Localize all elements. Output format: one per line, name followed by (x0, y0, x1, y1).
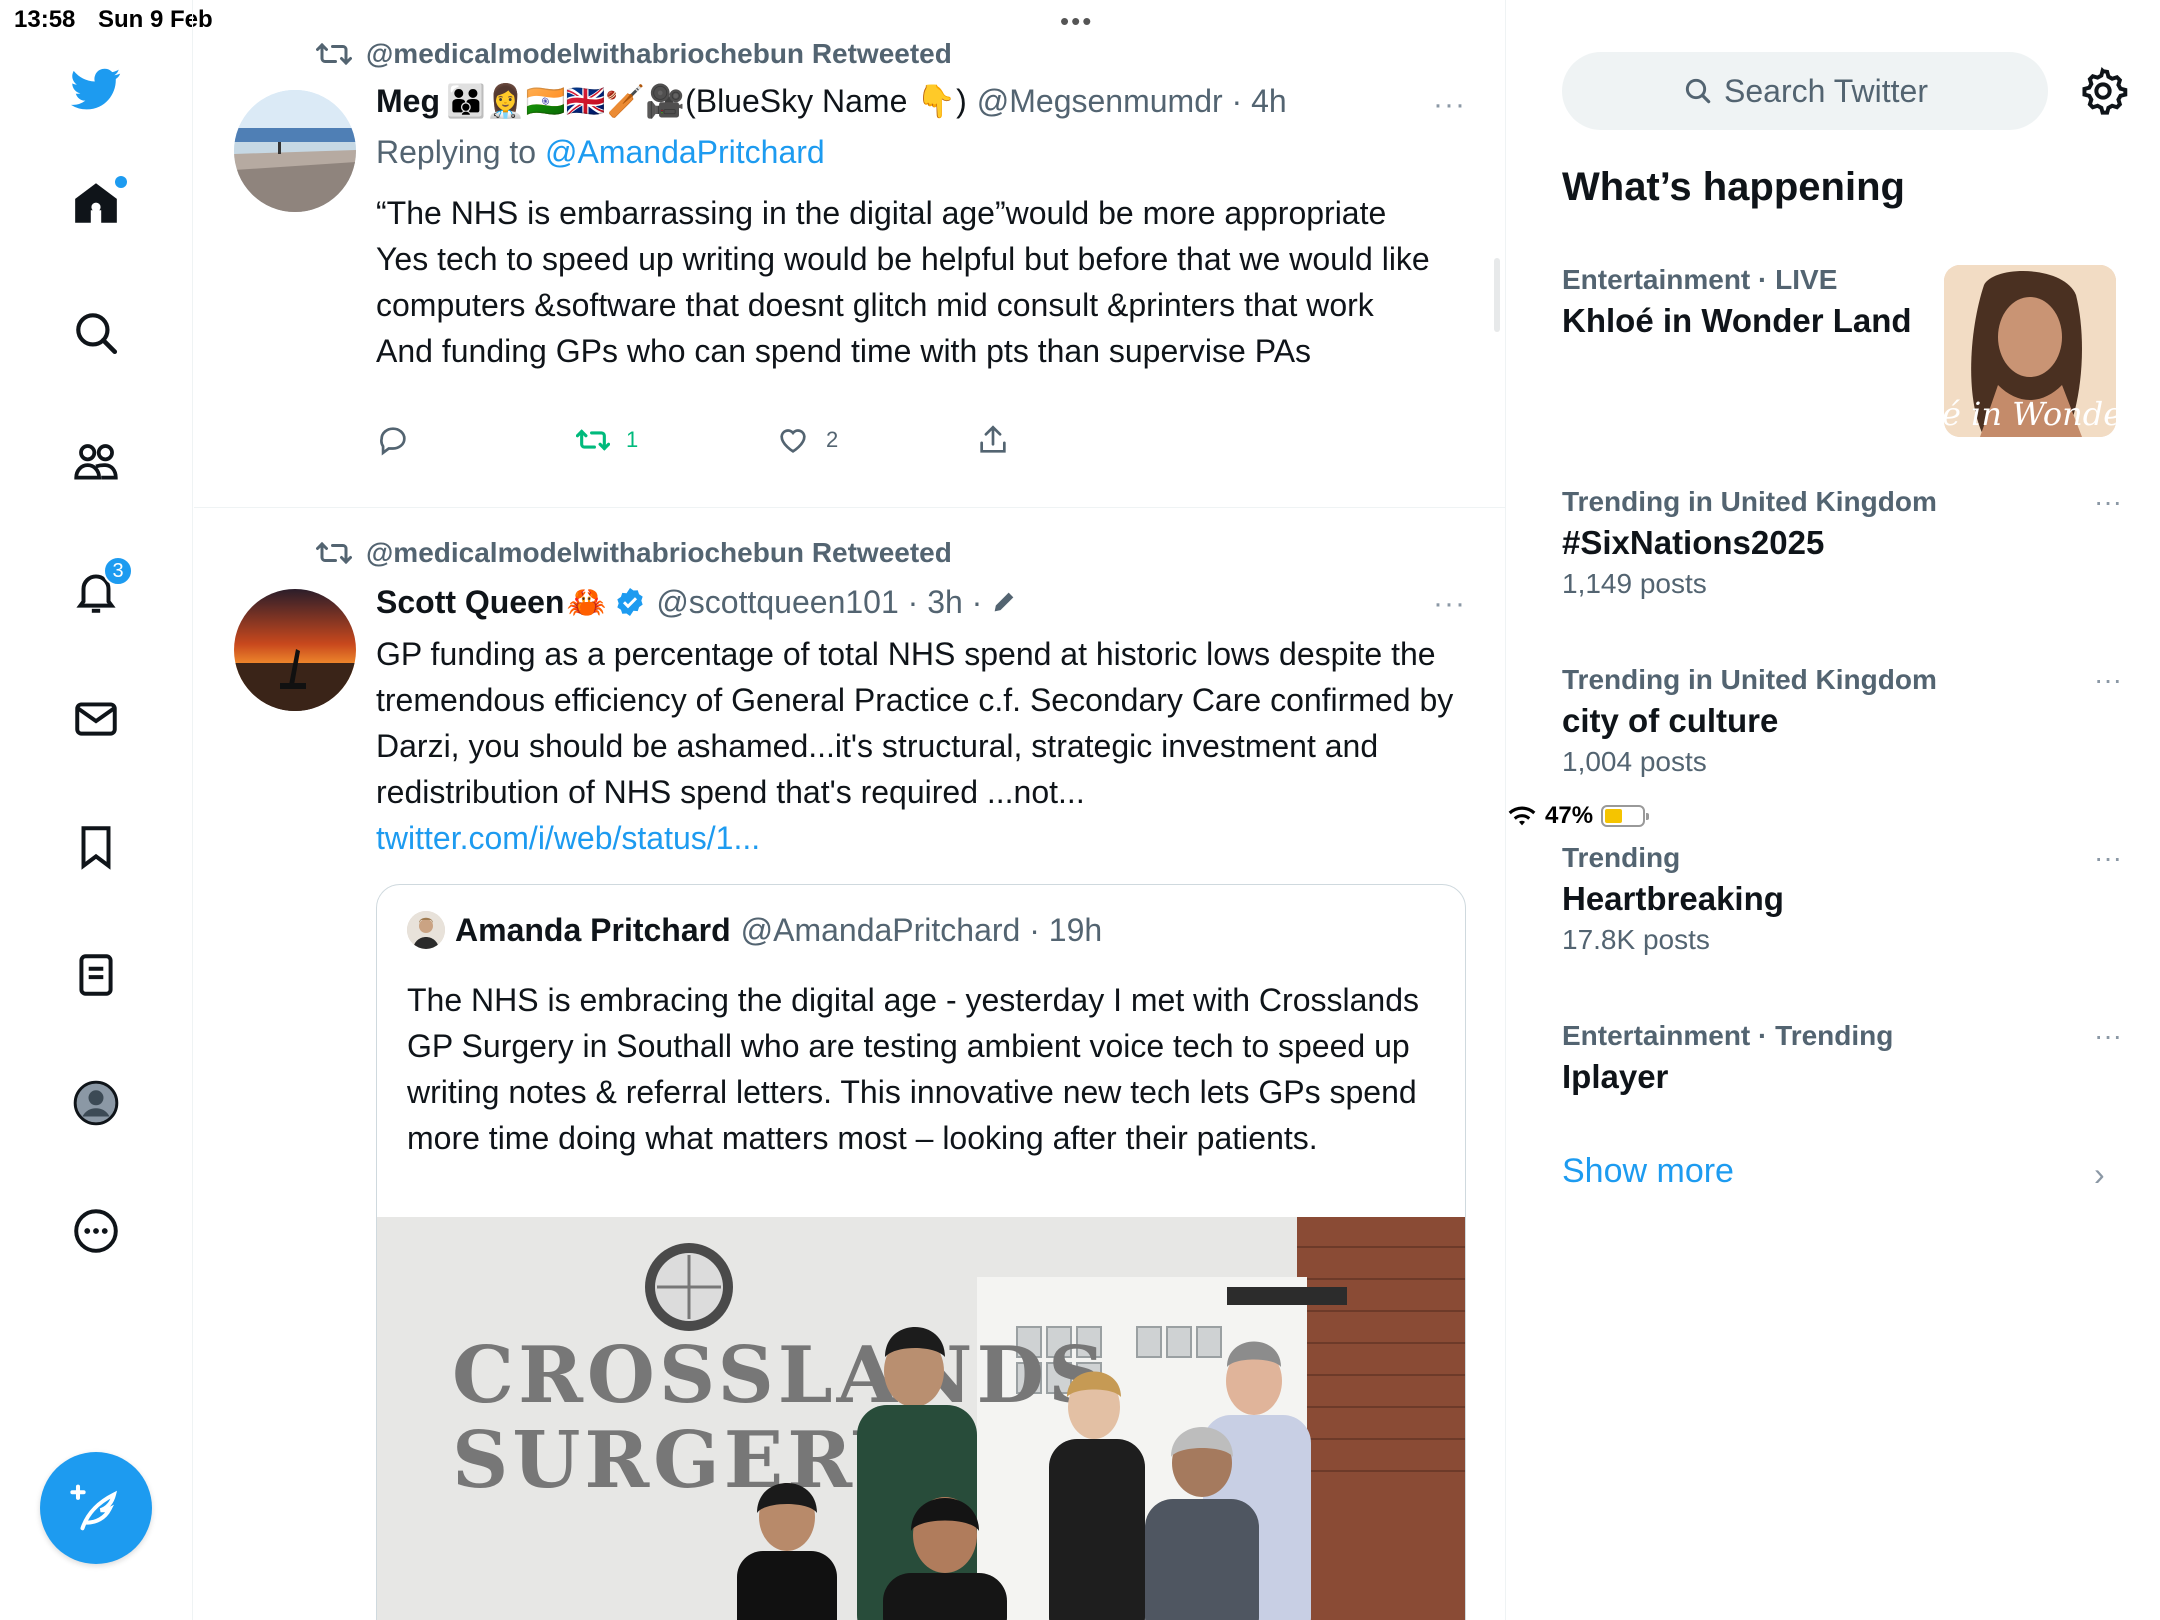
quoted-tweet-text: The NHS is embracing the digital age - y… (407, 982, 1419, 1156)
trend-count: 1,149 posts (1562, 568, 1707, 599)
replying-to: Replying to @AmandaPritchard (376, 134, 825, 171)
trend-more-icon[interactable]: ··· (2094, 1020, 2122, 1052)
reply-icon (380, 427, 406, 456)
trend-title: Khloé in Wonder Land (1562, 302, 1912, 339)
trend-image-text: é in Wonder L (1944, 395, 2116, 433)
gear-icon[interactable] (2078, 66, 2128, 116)
tweet-text-line: Yes tech to speed up writing would be he… (376, 241, 1430, 323)
author-handle[interactable]: @scottqueen101 · 3h · (656, 584, 982, 621)
quoted-tweet-header: Amanda Pritchard @AmandaPritchard · 19h (407, 911, 1102, 949)
trend-title: #SixNations2025 (1562, 524, 1825, 561)
author-name-emoji: 🦀 (566, 584, 607, 620)
quoted-tweet-image[interactable]: CROSSLANDS SURGERY (377, 1217, 1465, 1620)
trend-title: Heartbreaking (1562, 880, 1784, 917)
retweet-count: 1 (626, 427, 639, 452)
search-placeholder: Search Twitter (1724, 72, 1928, 109)
trend-more-icon[interactable]: ··· (2094, 486, 2122, 518)
quoted-author-name[interactable]: Amanda Pritchard (455, 912, 731, 949)
tweet-text: “The NHS is embarrassing in the digital … (376, 190, 1456, 374)
avatar[interactable] (407, 911, 445, 949)
replying-prefix: Replying to (376, 134, 537, 170)
tweet[interactable]: @medicalmodelwithabriochebun Retweeted S… (194, 509, 1505, 1620)
search-icon[interactable] (65, 302, 127, 364)
tweet-more-icon[interactable]: ··· (1433, 88, 1466, 122)
trend-item[interactable]: Trending in United Kingdom #SixNations20… (1562, 486, 2122, 600)
retweet-icon (576, 429, 610, 451)
author-handle[interactable]: @Megsenmumdr · 4h (977, 83, 1287, 120)
left-navigation: 3 (0, 0, 193, 1620)
author-name[interactable]: Scott Queen (376, 584, 564, 621)
trend-count: 1,004 posts (1562, 746, 1707, 777)
reply-button[interactable] (376, 423, 410, 457)
trend-title: city of culture (1562, 702, 1779, 739)
trend-image[interactable]: é in Wonder L (1944, 265, 2116, 437)
profile-icon[interactable] (65, 1072, 127, 1134)
mail-icon[interactable] (65, 688, 127, 750)
like-count: 2 (826, 427, 839, 452)
trend-count: 17.8K posts (1562, 924, 1710, 955)
tweet-text-line: And funding GPs who can spend time with … (376, 333, 1312, 369)
twitter-bird-icon[interactable] (65, 58, 127, 120)
timeline-scrollbar[interactable] (1494, 258, 1500, 332)
right-sidebar: Search Twitter What’s happening Entertai… (1507, 0, 2160, 1620)
trend-item[interactable]: Entertainment · Trending Iplayer ··· (1562, 1020, 2122, 1096)
retweet-icon (316, 42, 352, 66)
trend-context: Trending in United Kingdom (1562, 486, 1937, 517)
quoted-author-handle[interactable]: @AmandaPritchard · 19h (741, 912, 1103, 949)
sign-line-1: CROSSLANDS (452, 1330, 1108, 1421)
edit-icon (994, 592, 1014, 612)
trend-context: Entertainment · Trending (1562, 1020, 1894, 1051)
like-icon (780, 429, 806, 453)
tweet-link[interactable]: twitter.com/i/web/status/1... (376, 815, 1456, 861)
tweet-more-icon[interactable]: ··· (1433, 587, 1466, 621)
home-new-dot (115, 176, 127, 188)
retweet-context: @medicalmodelwithabriochebun Retweeted (316, 36, 952, 72)
timeline[interactable]: @medicalmodelwithabriochebun Retweeted M… (194, 0, 1506, 1620)
trend-title: Iplayer (1562, 1058, 1669, 1095)
tweet-text-body: GP funding as a percentage of total NHS … (376, 636, 1454, 810)
author-name[interactable]: Meg (376, 83, 440, 120)
retweet-icon (316, 541, 352, 565)
tweet-text-line: “The NHS is embarrassing in the digital … (376, 195, 1387, 231)
trend-more-icon[interactable]: ··· (2094, 842, 2122, 874)
tweet[interactable]: @medicalmodelwithabriochebun Retweeted M… (194, 30, 1505, 508)
compose-button[interactable] (40, 1452, 152, 1564)
search-icon (1685, 78, 1711, 104)
bell-icon[interactable]: 3 (65, 556, 133, 622)
retweet-context-text: @medicalmodelwithabriochebun Retweeted (366, 537, 952, 568)
retweet-context: @medicalmodelwithabriochebun Retweeted (316, 535, 952, 571)
share-icon (980, 425, 1006, 453)
chevron-right-icon[interactable]: › (2094, 1156, 2105, 1193)
trend-context: Trending (1562, 842, 1681, 873)
sign-line-2: SURGERY (452, 1415, 913, 1506)
retweet-button[interactable]: 1 (576, 423, 638, 457)
compose-icon (70, 1484, 118, 1531)
trend-item[interactable]: Trending Heartbreaking 17.8K posts ··· (1562, 842, 2122, 956)
search-input[interactable]: Search Twitter (1562, 52, 2048, 130)
avatar[interactable] (234, 90, 356, 212)
retweet-context-text: @medicalmodelwithabriochebun Retweeted (366, 38, 952, 69)
communities-icon[interactable] (65, 430, 127, 492)
tweet-header: Meg 👪👩‍⚕️🇮🇳🇬🇧🏏🎥(BlueSky Name 👇) @Megsenm… (376, 82, 1287, 120)
whats-happening-heading: What’s happening (1562, 165, 1905, 209)
lists-icon[interactable] (65, 944, 127, 1006)
more-circle-icon[interactable] (65, 1200, 127, 1262)
notifications-badge: 3 (103, 556, 133, 586)
trend-context: Trending in United Kingdom (1562, 664, 1937, 695)
share-button[interactable] (976, 423, 1010, 457)
show-more-link[interactable]: Show more (1562, 1152, 1734, 1191)
author-name-emoji: 👪👩‍⚕️🇮🇳🇬🇧🏏🎥(BlueSky Name 👇) (446, 83, 967, 119)
trend-more-icon[interactable]: ··· (2094, 664, 2122, 696)
like-button[interactable]: 2 (776, 423, 838, 457)
home-icon[interactable] (65, 172, 127, 234)
tweet-text: GP funding as a percentage of total NHS … (376, 631, 1456, 861)
tweet-header: Scott Queen 🦀 @scottqueen101 · 3h · (376, 583, 1018, 621)
quoted-tweet[interactable]: Amanda Pritchard @AmandaPritchard · 19h … (376, 884, 1466, 1620)
verified-icon (617, 588, 643, 616)
bookmark-icon[interactable] (65, 816, 127, 878)
avatar[interactable] (234, 589, 356, 711)
replying-to-link[interactable]: @AmandaPritchard (545, 134, 825, 170)
trend-item[interactable]: Trending in United Kingdom city of cultu… (1562, 664, 2122, 778)
